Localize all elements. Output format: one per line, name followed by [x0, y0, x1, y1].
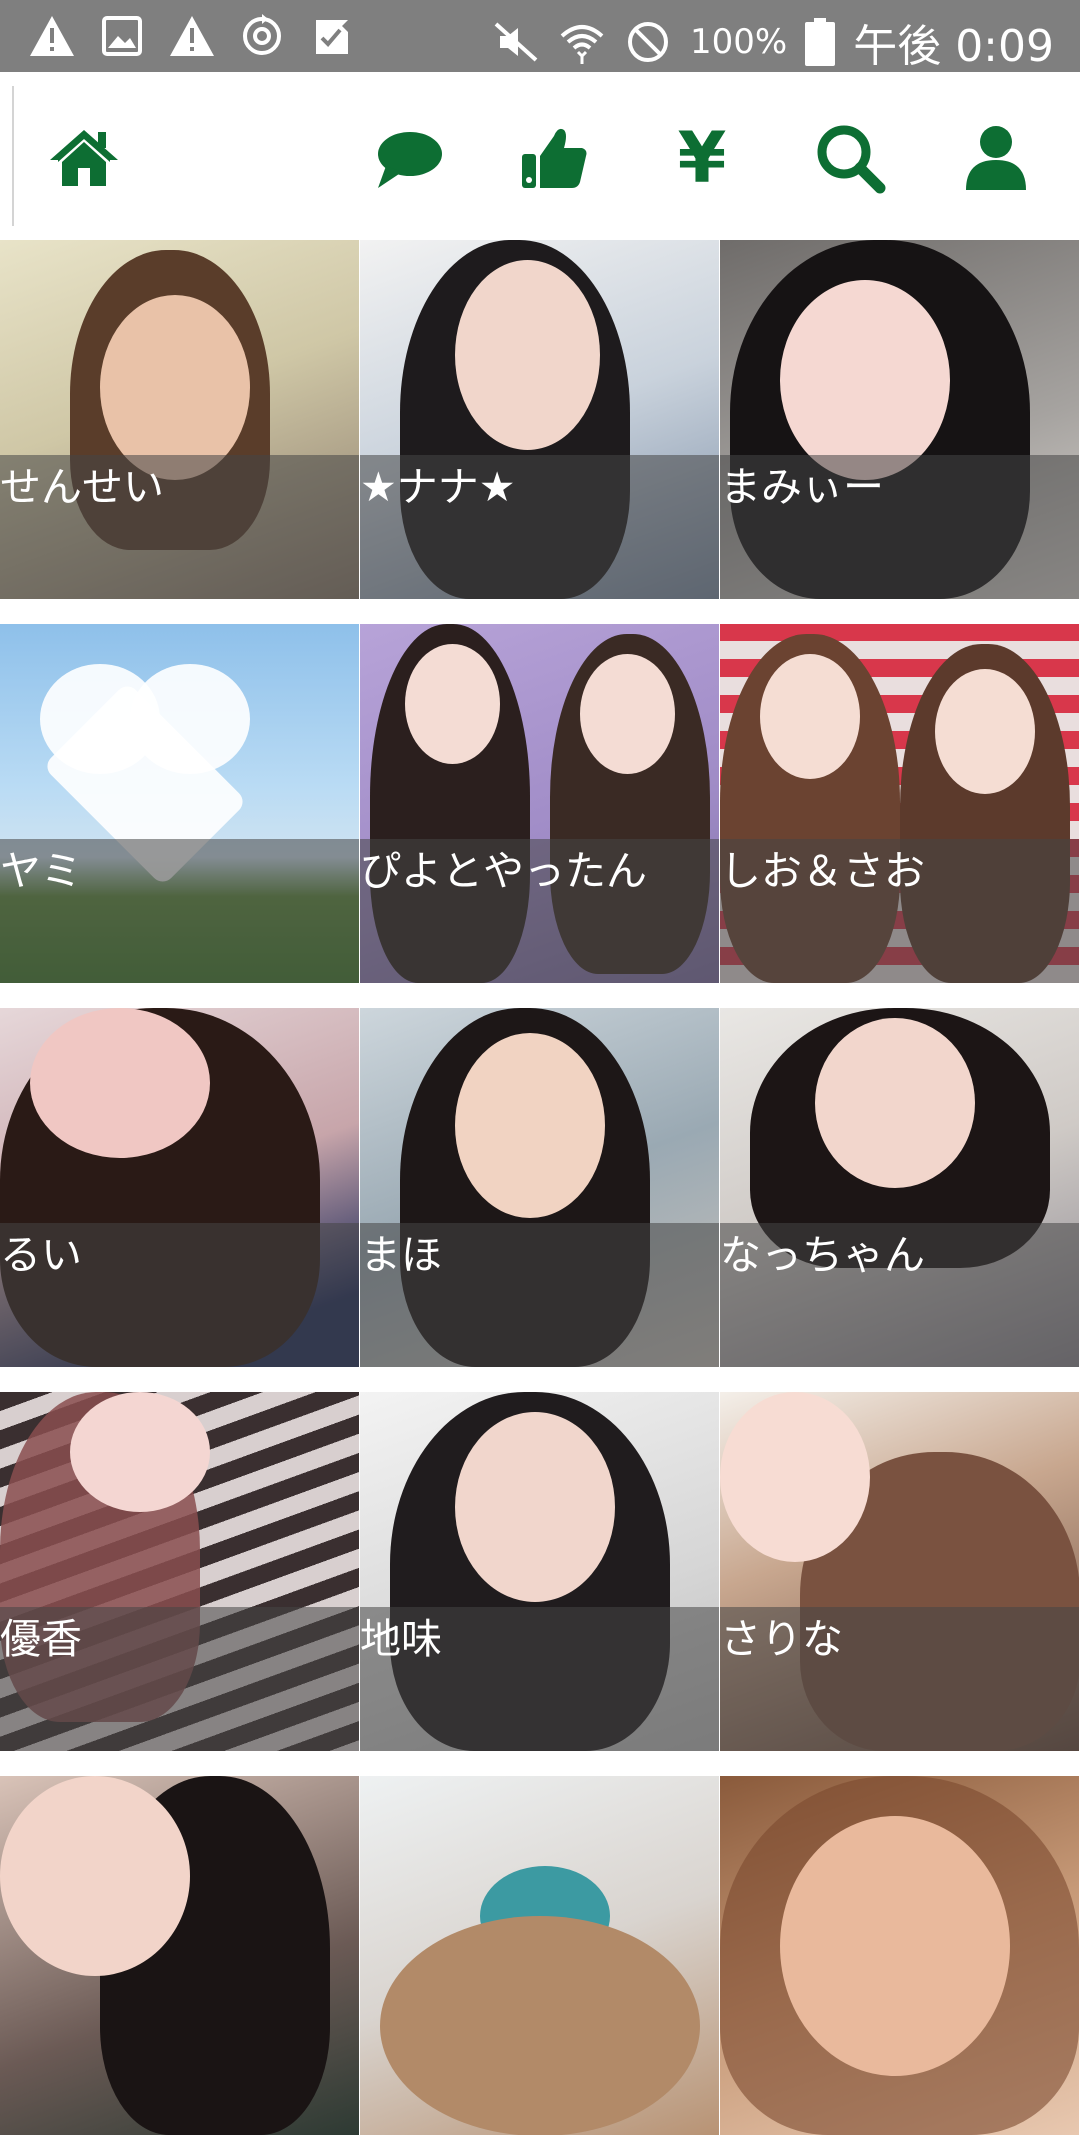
thumbs-up-icon [522, 128, 587, 188]
nav-home-button[interactable] [36, 116, 132, 200]
search-icon [817, 125, 886, 194]
profile-tile[interactable]: まみぃー [720, 240, 1079, 599]
profile-name: しお＆さお [720, 847, 925, 895]
nav-mypage-button[interactable] [948, 116, 1044, 200]
profile-tile[interactable] [0, 1776, 359, 2135]
check-flag-icon [316, 18, 348, 54]
no-sim-icon [628, 22, 668, 62]
profile-photo [360, 1776, 719, 2135]
profile-tile[interactable]: せんせい [0, 240, 359, 599]
profile-tile[interactable] [360, 1776, 719, 2135]
image-icon [102, 16, 142, 56]
profile-grid: せんせい ★ナナ★ まみぃー ヤミ ぴよとやったん しお＆さお るい まほ なっ… [0, 240, 1080, 2135]
yen-icon: ¥ [677, 117, 727, 199]
chat-icon [378, 132, 442, 188]
profile-tile[interactable]: まほ [360, 1008, 719, 1367]
top-nav-bar: ¥ [0, 72, 1080, 240]
wifi-icon [560, 25, 604, 64]
battery-percent: 100% [690, 22, 788, 62]
warning-icon [30, 16, 74, 56]
status-bar: 100% 午後 0:09 [0, 0, 1080, 72]
profile-name: なっちゃん [720, 1231, 925, 1279]
profile-name: ぴよとやったん [360, 847, 647, 895]
profile-tile[interactable]: ★ナナ★ [360, 240, 719, 599]
profile-tile[interactable]: 地味 [360, 1392, 719, 1751]
profile-tile[interactable]: さりな [720, 1392, 1079, 1751]
nav-divider [12, 86, 14, 226]
nav-messages-button[interactable] [360, 116, 456, 200]
battery-icon [805, 18, 836, 66]
profile-name: せんせい [0, 463, 164, 511]
profile-tile[interactable]: るい [0, 1008, 359, 1367]
nav-points-button[interactable]: ¥ [654, 116, 750, 200]
profile-name: まみぃー [720, 463, 884, 511]
profile-tile[interactable]: なっちゃん [720, 1008, 1079, 1367]
profile-tile[interactable]: ぴよとやったん [360, 624, 719, 983]
profile-photo [0, 1776, 359, 2135]
clock: 午後 0:09 [853, 21, 1054, 72]
home-icon [50, 130, 118, 186]
profile-name: まほ [360, 1231, 442, 1279]
sync-icon [243, 14, 281, 55]
mute-icon [494, 22, 538, 62]
system-icons: 100% 午後 0:09 [492, 10, 1054, 74]
profile-tile[interactable]: ヤミ [0, 624, 359, 983]
user-icon [966, 126, 1026, 190]
profile-name: 優香 [0, 1615, 82, 1663]
profile-tile[interactable]: しお＆さお [720, 624, 1079, 983]
nav-likes-button[interactable] [506, 116, 602, 200]
profile-name: さりな [720, 1615, 843, 1663]
profile-name: るい [0, 1231, 82, 1279]
nav-search-button[interactable] [802, 116, 898, 200]
profile-tile[interactable]: 優香 [0, 1392, 359, 1751]
warning-icon [170, 16, 214, 56]
profile-name: ★ナナ★ [360, 463, 516, 511]
profile-tile[interactable] [720, 1776, 1079, 2135]
notification-icons [28, 12, 356, 60]
profile-name: 地味 [360, 1615, 442, 1663]
profile-photo [720, 1776, 1079, 2135]
profile-name: ヤミ [0, 847, 82, 895]
